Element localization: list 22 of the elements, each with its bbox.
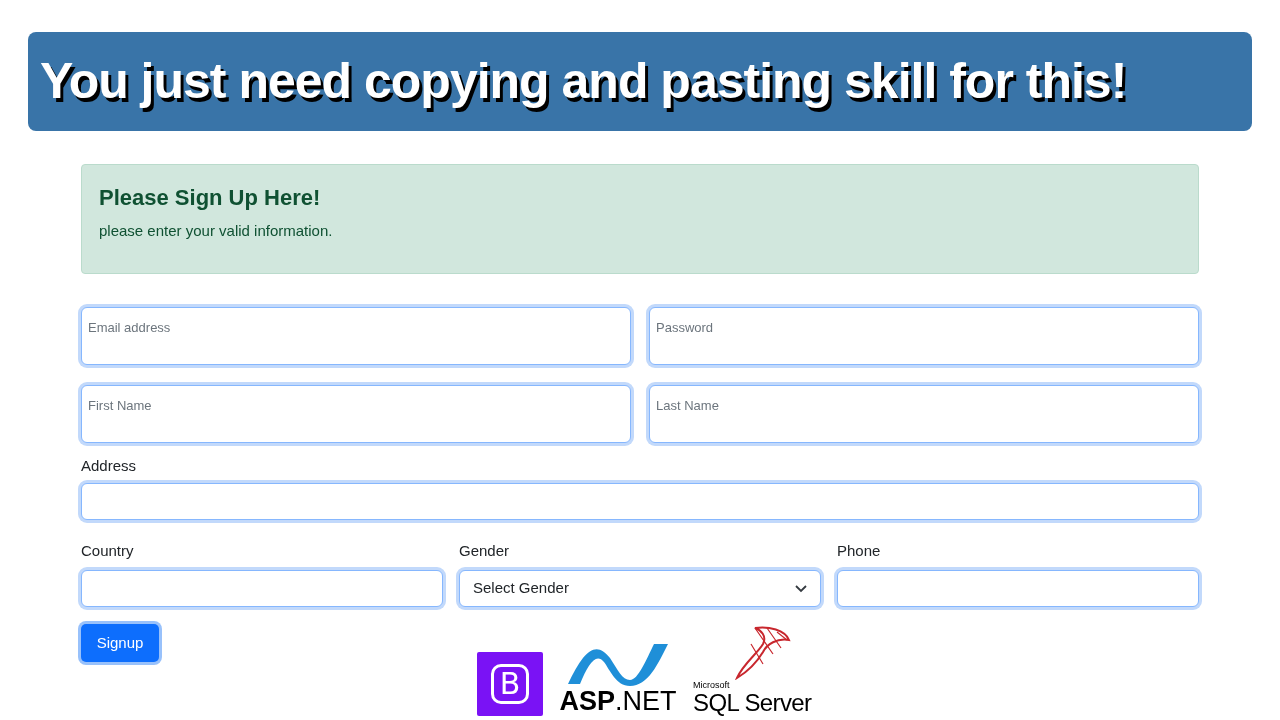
floating-input-field[interactable]: Password bbox=[649, 307, 1199, 365]
chevron-down-icon bbox=[795, 584, 807, 593]
sql-server-text: SQL Server bbox=[693, 690, 812, 716]
floating-input-field[interactable]: Last Name bbox=[649, 385, 1199, 443]
floating-input-field[interactable]: First Name bbox=[81, 385, 631, 443]
field-label: Gender bbox=[459, 540, 511, 561]
sql-server-logo-icon bbox=[733, 624, 793, 680]
microsoft-caption: Microsoft bbox=[693, 680, 730, 690]
gender-select[interactable]: Select Gender bbox=[459, 570, 821, 607]
address-input-field[interactable] bbox=[81, 482, 1199, 520]
banner-title: You just need copying and pasting skill for this! bbox=[40, 52, 1127, 111]
alert-heading: Please Sign Up Here! bbox=[99, 184, 322, 212]
text-input-field[interactable] bbox=[837, 570, 1199, 607]
address-label: Address bbox=[81, 456, 138, 476]
aspnet-text: ASP.NET bbox=[559, 686, 677, 716]
bootstrap-logo: B bbox=[477, 652, 543, 716]
text-input-field[interactable] bbox=[81, 570, 443, 607]
field-label: Phone bbox=[837, 540, 882, 561]
field-label: Country bbox=[81, 540, 135, 561]
signup-button[interactable]: Signup bbox=[81, 624, 159, 662]
alert-text: please enter your valid information. bbox=[99, 221, 334, 241]
floating-input-field[interactable]: Email address bbox=[81, 307, 631, 365]
